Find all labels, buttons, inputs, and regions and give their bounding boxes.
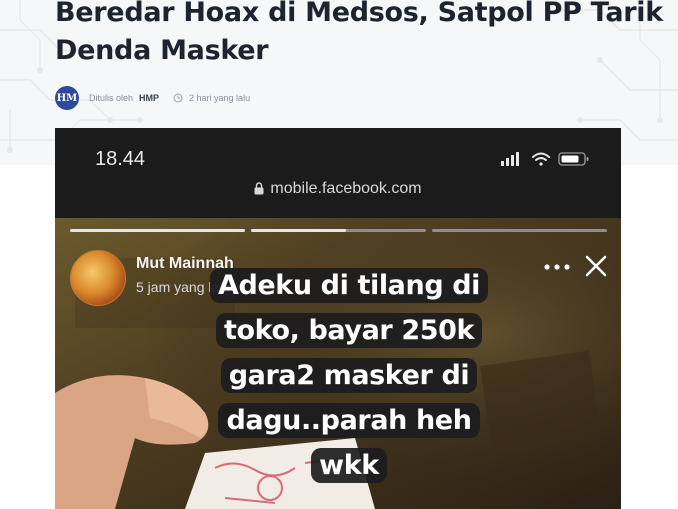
story-caption-text: Adeku di tilang di toko, bayar 250k gara…	[209, 268, 489, 483]
wifi-icon	[532, 152, 550, 166]
phone-clock: 18.44	[95, 148, 146, 170]
story-progress-segment	[432, 229, 607, 232]
article-meta: HM Ditulis oleh HMP 2 hari yang lalu	[55, 86, 250, 110]
more-dots-icon[interactable]	[542, 260, 572, 274]
address-url: mobile.facebook.com	[270, 180, 422, 197]
article-featured-image: 18.44 mobile.facebook.com Mut Mainnah 5 …	[55, 128, 621, 509]
story-profile-picture[interactable]	[70, 250, 126, 306]
lock-icon	[254, 182, 264, 195]
signal-icon	[501, 152, 519, 166]
status-icons	[501, 152, 589, 166]
browser-address-bar: mobile.facebook.com	[55, 180, 621, 198]
phone-status-bar: 18.44 mobile.facebook.com	[55, 128, 621, 218]
written-by-label: Ditulis oleh	[89, 93, 134, 103]
published-time: 2 hari yang lalu	[189, 93, 251, 103]
author-avatar[interactable]: HM	[55, 86, 79, 110]
story-progress-fill	[251, 229, 346, 232]
clock-icon	[173, 93, 183, 103]
close-icon[interactable]	[584, 254, 608, 278]
article-title: Beredar Hoax di Medsos, Satpol PP Tarik …	[55, 0, 663, 66]
author-name[interactable]: HMP	[139, 93, 159, 103]
battery-icon	[558, 152, 589, 166]
story-caption: Adeku di tilang di toko, bayar 250k gara…	[189, 263, 509, 488]
story-progress-segment	[70, 229, 245, 232]
